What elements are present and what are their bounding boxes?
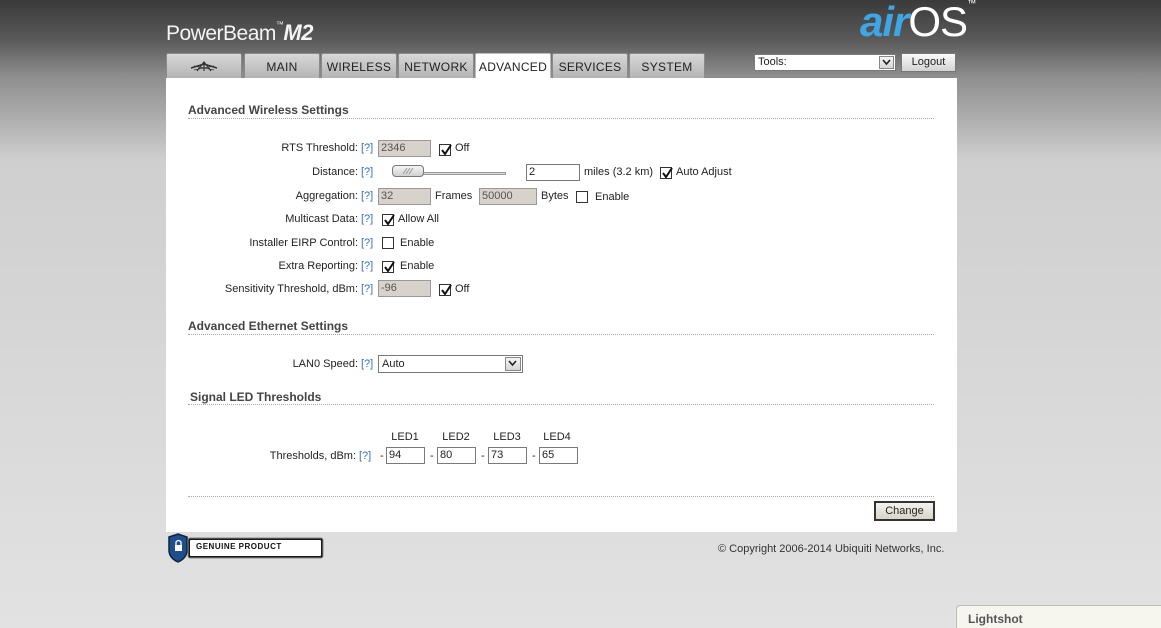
copyright-text: © Copyright 2006-2014 Ubiquiti Networks,… [718, 543, 945, 555]
checkmark-icon [441, 144, 452, 156]
thresholds-label: Thresholds, dBm: [269, 450, 356, 462]
sensitivity-off-label: Off [455, 283, 470, 295]
product-logo: PowerBeam™M2 [166, 20, 313, 46]
auto-adjust-checkbox[interactable] [660, 167, 673, 179]
led3-header: LED3 [493, 431, 521, 443]
rts-off-checkbox[interactable] [439, 144, 452, 156]
sensitivity-input[interactable]: -96 [378, 280, 431, 297]
tab-main[interactable]: MAIN [244, 53, 320, 78]
led2-header: LED2 [442, 431, 470, 443]
aggregation-frames-input[interactable]: 32 [378, 188, 431, 205]
brand-air: air [860, 0, 909, 45]
dropdown-arrow-icon [505, 357, 521, 371]
auto-adjust-label: Auto Adjust [676, 166, 732, 178]
tab-advanced[interactable]: ADVANCED [475, 53, 551, 79]
eirp-label: Installer EIRP Control: [249, 237, 358, 249]
checkmark-icon [384, 214, 395, 226]
sensitivity-help-link[interactable]: [?] [361, 283, 373, 295]
thresholds-help-link[interactable]: [?] [359, 450, 371, 462]
led2-threshold-input[interactable]: 80 [437, 447, 476, 464]
distance-help-link[interactable]: [?] [361, 166, 373, 178]
rts-off-label: Off [455, 142, 470, 154]
multicast-allow-checkbox[interactable] [382, 214, 395, 226]
aggregation-label: Aggregation: [295, 190, 358, 202]
distance-input[interactable]: 2 [526, 164, 580, 181]
eirp-help-link[interactable]: [?] [361, 237, 373, 249]
lightshot-panel[interactable]: Lightshot [956, 605, 1161, 628]
change-button[interactable]: Change [874, 501, 935, 521]
dash: - [430, 450, 434, 462]
grip-icon [402, 167, 414, 175]
sensitivity-off-checkbox[interactable] [439, 284, 452, 296]
rts-help-link[interactable]: [?] [361, 142, 373, 154]
sensitivity-label: Sensitivity Threshold, dBm: [224, 283, 358, 295]
genuine-product-text: GENUINE PRODUCT [196, 542, 282, 551]
aggregation-enable-label: Enable [595, 191, 630, 203]
led4-header: LED4 [543, 431, 571, 443]
extra-reporting-label: Extra Reporting: [278, 260, 358, 272]
product-model: M2 [283, 20, 313, 45]
eirp-enable-checkbox[interactable] [382, 237, 394, 249]
tools-select[interactable]: Tools: [754, 54, 896, 71]
dropdown-arrow-icon [879, 56, 894, 69]
lan0-speed-value: Auto [382, 358, 405, 370]
aggregation-enable-checkbox[interactable] [576, 191, 588, 203]
distance-label: Distance: [312, 166, 358, 178]
distance-unit: miles (3.2 km) [584, 166, 654, 178]
checkmark-icon [662, 167, 673, 179]
extra-reporting-checkbox[interactable] [382, 261, 395, 273]
dash: - [380, 450, 384, 462]
dash: - [532, 450, 536, 462]
checkmark-icon [441, 284, 452, 296]
frames-label: Frames [435, 190, 473, 202]
tab-home-logo[interactable] [166, 53, 242, 78]
section-title-wireless: Advanced Wireless Settings [188, 103, 349, 117]
dash: - [481, 450, 485, 462]
section-divider [188, 334, 934, 335]
brand-os: OS [908, 0, 968, 45]
multicast-help-link[interactable]: [?] [361, 213, 373, 225]
section-title-ethernet: Advanced Ethernet Settings [188, 319, 349, 333]
multicast-label: Multicast Data: [285, 213, 358, 225]
airos-logo: airOS™ [860, 0, 976, 46]
multicast-allow-label: Allow All [398, 213, 439, 225]
eirp-enable-label: Enable [400, 237, 435, 249]
lan0-speed-select[interactable]: Auto [378, 355, 523, 373]
section-divider [188, 496, 934, 497]
aggregation-help-link[interactable]: [?] [361, 190, 373, 202]
led4-threshold-input[interactable]: 65 [539, 447, 578, 464]
rts-threshold-label: RTS Threshold: [281, 142, 358, 154]
rts-threshold-input[interactable]: 2346 [378, 140, 431, 157]
genuine-product-badge: GENUINE PRODUCT [166, 533, 326, 566]
distance-slider-handle[interactable] [392, 165, 424, 177]
section-divider [188, 118, 934, 119]
tab-network[interactable]: NETWORK [398, 53, 474, 78]
brand-trademark: ™ [967, 0, 976, 8]
extra-reporting-help-link[interactable]: [?] [361, 260, 373, 272]
tab-wireless[interactable]: WIRELESS [321, 53, 397, 78]
bytes-label: Bytes [541, 190, 569, 202]
lan0-speed-label: LAN0 Speed: [292, 358, 358, 370]
logout-button[interactable]: Logout [901, 53, 956, 72]
extra-reporting-enable-label: Enable [400, 260, 435, 272]
led1-header: LED1 [391, 431, 419, 443]
section-title-led: Signal LED Thresholds [190, 390, 322, 404]
led3-threshold-input[interactable]: 73 [488, 447, 527, 464]
tab-services[interactable]: SERVICES [552, 53, 628, 78]
section-divider [188, 404, 934, 405]
tools-select-value: Tools: [758, 56, 787, 68]
aggregation-bytes-input[interactable]: 50000 [479, 188, 537, 205]
lan0-help-link[interactable]: [?] [361, 358, 373, 370]
settings-panel: Advanced Wireless Settings RTS Threshold… [166, 78, 957, 532]
tab-system[interactable]: SYSTEM [629, 53, 705, 78]
ubiquiti-logo-icon [190, 61, 218, 72]
checkmark-icon [384, 261, 395, 273]
product-name: PowerBeam [166, 22, 276, 45]
led1-threshold-input[interactable]: 94 [386, 447, 425, 464]
